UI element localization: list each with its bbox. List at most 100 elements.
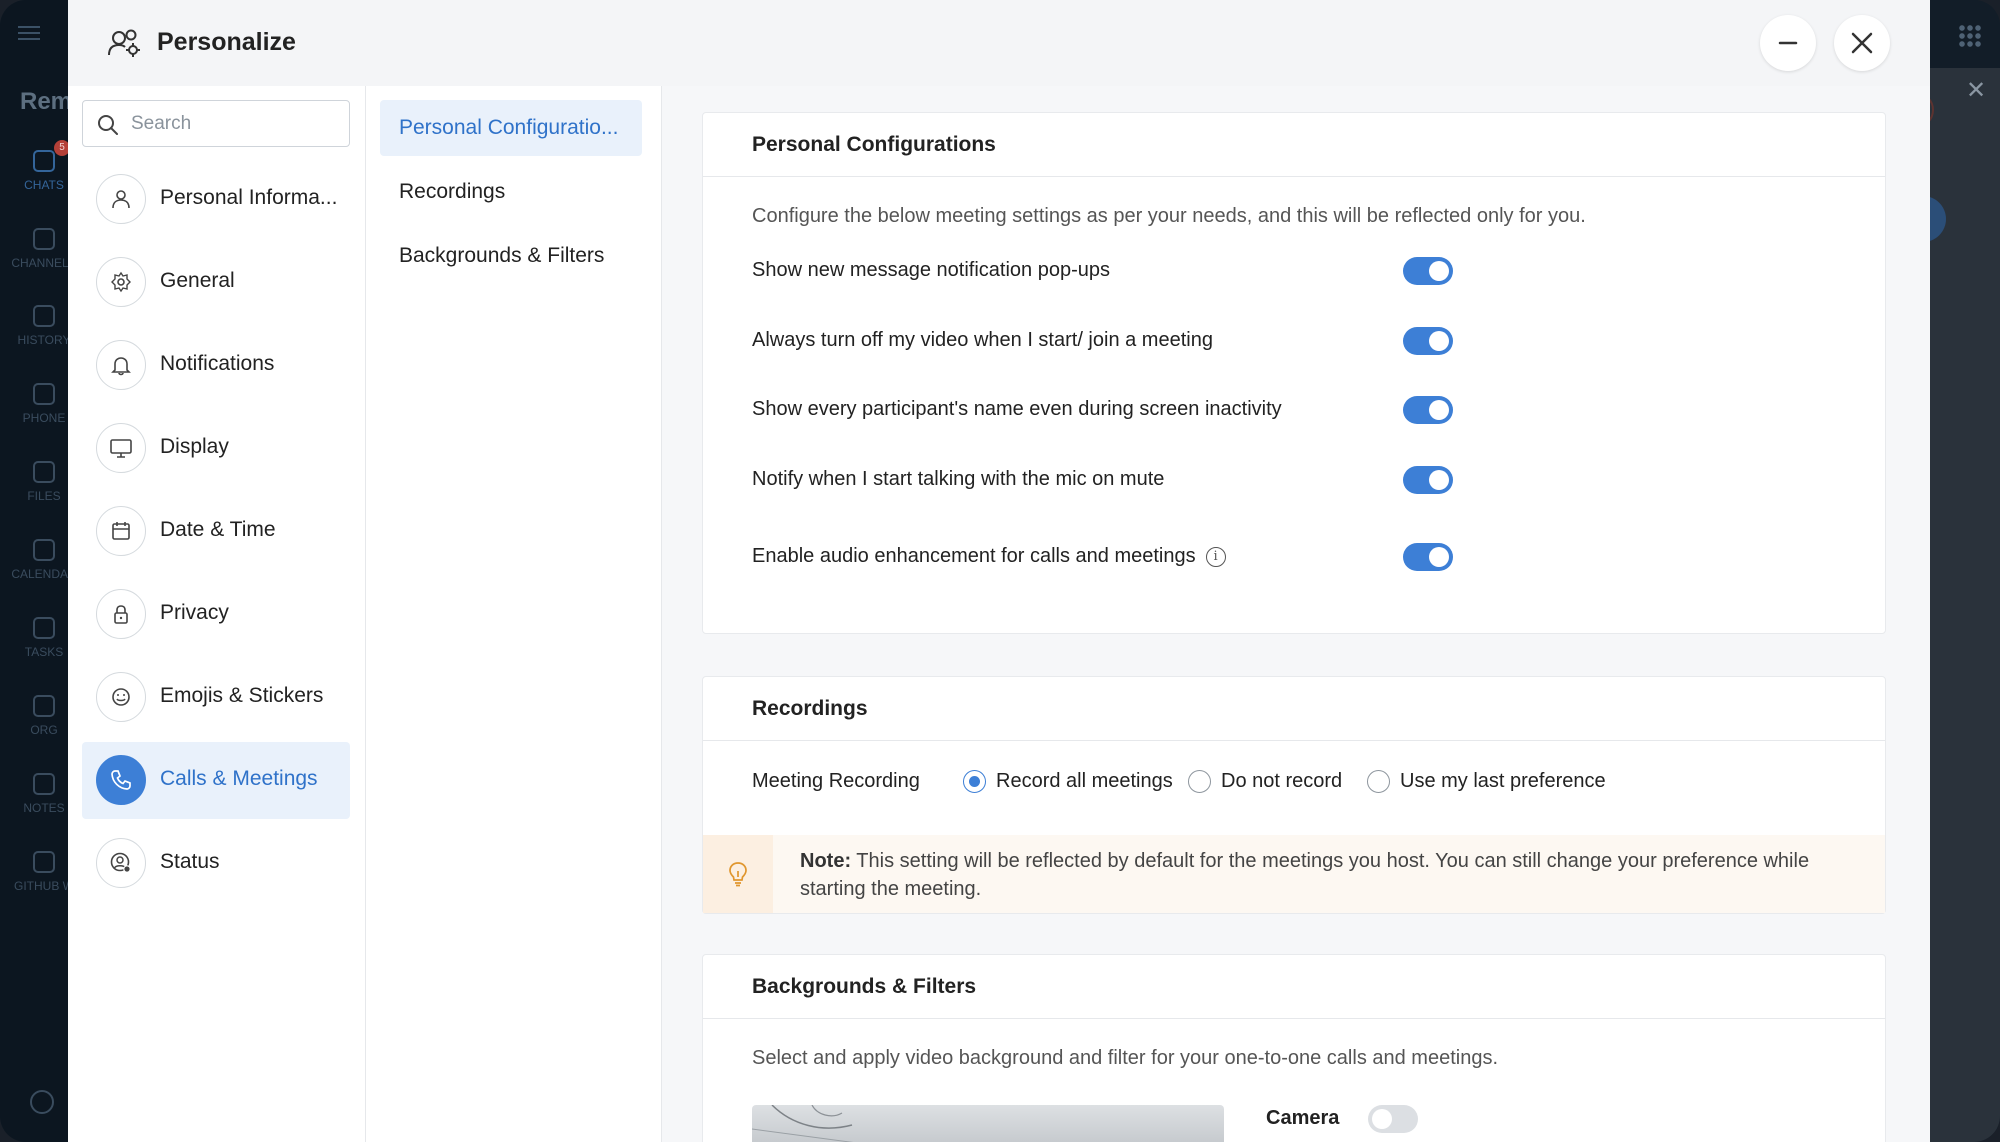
- backgrounds-filters-card: Backgrounds & Filters Select and apply v…: [702, 954, 1886, 1142]
- chat-icon: [33, 150, 55, 172]
- personalize-modal: Personalize Personal Informa...: [68, 0, 1930, 1142]
- rail-item-label: TASKS: [24, 645, 64, 659]
- mute-talk-alert-toggle[interactable]: [1403, 466, 1453, 494]
- sidebar-item-status[interactable]: Status: [82, 825, 350, 902]
- person-icon: [96, 174, 146, 224]
- close-icon: [1851, 32, 1873, 54]
- sidebar-item-notifications[interactable]: Notifications: [82, 327, 350, 404]
- background-brand: Rem: [20, 88, 73, 115]
- smiley-icon: [96, 672, 146, 722]
- setting-label: Show every participant's name even durin…: [752, 398, 1282, 420]
- setting-row: Notify when I start talking with the mic…: [752, 460, 1453, 500]
- sidebar-item-label: Calls & Meetings: [160, 767, 318, 790]
- minimize-button[interactable]: [1760, 15, 1816, 71]
- sidebar-item-label: Personal Informa...: [160, 186, 338, 209]
- sidebar-item-label: Emojis & Stickers: [160, 684, 324, 707]
- camera-toggle[interactable]: [1368, 1105, 1418, 1133]
- sidebar-item-personal-information[interactable]: Personal Informa...: [82, 161, 350, 238]
- sidebar-item-display[interactable]: Display: [82, 410, 350, 487]
- participant-names-toggle[interactable]: [1403, 396, 1453, 424]
- lock-icon: [96, 589, 146, 639]
- setting-row: Show new message notification pop-ups: [752, 251, 1453, 291]
- section-description: Select and apply video background and fi…: [752, 1047, 1499, 1069]
- video-off-toggle[interactable]: [1403, 327, 1453, 355]
- modal-header: Personalize: [68, 0, 1930, 86]
- phone-icon: [33, 383, 55, 405]
- sidebar-item-emojis-stickers[interactable]: Emojis & Stickers: [82, 659, 350, 736]
- search-box: [82, 100, 350, 147]
- sidebar-item-label: Notifications: [160, 352, 275, 375]
- notification-popups-toggle[interactable]: [1403, 257, 1453, 285]
- setting-row: Show every participant's name even durin…: [752, 390, 1453, 430]
- subnav-item-label: Recordings: [399, 180, 506, 203]
- section-title: Recordings: [703, 677, 1885, 741]
- recording-note: Note: This setting will be reflected by …: [703, 835, 1885, 913]
- note-prefix: Note:: [800, 850, 852, 872]
- rail-item-label: CALENDAR: [11, 567, 77, 581]
- history-icon: [33, 305, 55, 327]
- hamburger-menu-icon[interactable]: [18, 26, 40, 40]
- camera-label: Camera: [1266, 1107, 1340, 1129]
- recording-options: Meeting Recording Record all meetings Do…: [752, 767, 1852, 797]
- setting-row: Enable audio enhancement for calls and m…: [752, 537, 1453, 577]
- rail-item-label: FILES: [27, 489, 61, 503]
- sidebar-item-label: Status: [160, 850, 220, 873]
- radio-label: Record all meetings: [996, 770, 1173, 792]
- radio-dot: [1367, 770, 1390, 793]
- section-title: Personal Configurations: [703, 113, 1885, 177]
- app-grid-icon[interactable]: [1958, 24, 1982, 48]
- setting-label-with-info: Enable audio enhancement for calls and m…: [752, 545, 1226, 568]
- background-close-icon[interactable]: ✕: [1966, 76, 1986, 105]
- sidebar-item-calls-meetings[interactable]: Calls & Meetings: [82, 742, 350, 819]
- notes-icon: [33, 773, 55, 795]
- setting-label: Show new message notification pop-ups: [752, 259, 1110, 281]
- bell-icon: [96, 340, 146, 390]
- file-icon: [33, 461, 55, 483]
- settings-gear-icon[interactable]: [30, 1090, 54, 1114]
- subnav-item-backgrounds-filters[interactable]: Backgrounds & Filters: [380, 228, 642, 284]
- radio-dot: [963, 770, 986, 793]
- rail-item-label: HISTORY: [17, 333, 71, 347]
- audio-enhancement-toggle[interactable]: [1403, 543, 1453, 571]
- background-preview-image[interactable]: [752, 1105, 1224, 1142]
- note-text: Note: This setting will be reflected by …: [800, 847, 1860, 903]
- sidebar-item-label: Date & Time: [160, 518, 276, 541]
- setting-row: Always turn off my video when I start/ j…: [752, 321, 1453, 361]
- phone-icon: [96, 755, 146, 805]
- screen: Rem CHATS 5 CHANNELS HISTORY PHONE FILES…: [0, 0, 2000, 1142]
- rail-item-label: NOTES: [23, 801, 65, 815]
- search-icon: [98, 115, 118, 135]
- info-icon[interactable]: i: [1205, 546, 1226, 567]
- close-button[interactable]: [1834, 15, 1890, 71]
- subnav-item-personal-configurations[interactable]: Personal Configuratio...: [380, 100, 642, 156]
- search-input[interactable]: [131, 109, 341, 139]
- lightbulb-icon: [729, 862, 747, 887]
- gear-icon: [96, 257, 146, 307]
- settings-content: Personal Configurations Configure the be…: [662, 86, 1930, 1142]
- github-icon: [33, 851, 55, 873]
- subnav-item-label: Backgrounds & Filters: [399, 244, 605, 267]
- settings-sidebar: Personal Informa... General Notification…: [68, 86, 366, 1142]
- calendar-icon: [96, 506, 146, 556]
- rail-item-label: CHATS: [24, 178, 64, 192]
- rail-item-label: PHONE: [22, 411, 66, 425]
- sidebar-item-label: General: [160, 269, 235, 292]
- recording-label: Meeting Recording: [752, 770, 920, 792]
- personalize-icon: [108, 29, 140, 57]
- note-icon-bar: [703, 835, 773, 913]
- status-icon: [96, 838, 146, 888]
- radio-label: Do not record: [1221, 770, 1343, 792]
- sidebar-item-date-time[interactable]: Date & Time: [82, 493, 350, 570]
- recordings-card: Recordings Meeting Recording Record all …: [702, 676, 1886, 914]
- sidebar-item-privacy[interactable]: Privacy: [82, 576, 350, 653]
- minus-icon: [1778, 41, 1798, 45]
- check-icon: [33, 617, 55, 639]
- section-title: Backgrounds & Filters: [703, 955, 1885, 1019]
- sidebar-item-label: Privacy: [160, 601, 229, 624]
- radio-label: Use my last preference: [1400, 770, 1606, 792]
- note-body: This setting will be reflected by defaul…: [800, 850, 1810, 900]
- sidebar-item-general[interactable]: General: [82, 244, 350, 321]
- subnav-item-recordings[interactable]: Recordings: [380, 164, 642, 220]
- personal-configurations-card: Personal Configurations Configure the be…: [702, 112, 1886, 634]
- rail-item-label: CHANNELS: [11, 256, 77, 270]
